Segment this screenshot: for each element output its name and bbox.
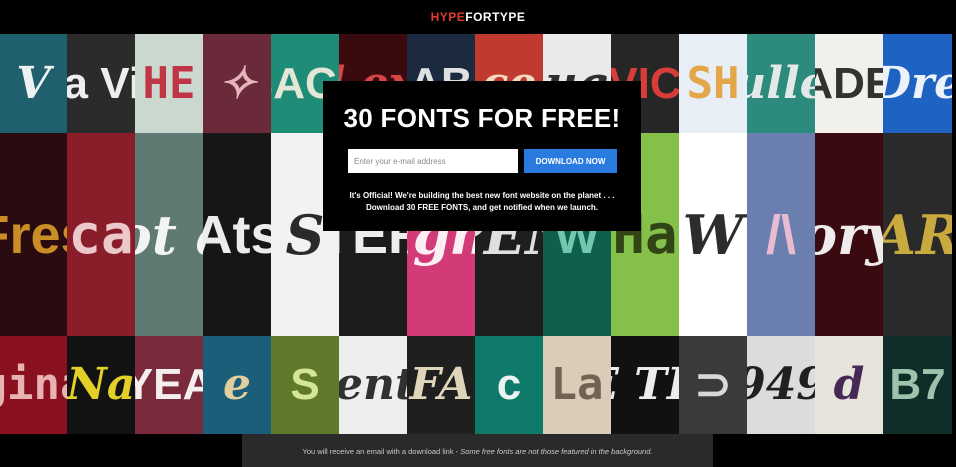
font-sample-glyphs: ulle xyxy=(747,57,815,109)
font-sample-glyphs: S xyxy=(290,360,320,409)
logo-hype-text: HYPE xyxy=(430,10,466,24)
font-sample-tile: La xyxy=(543,336,611,434)
font-sample-tile: FA xyxy=(407,336,475,434)
font-sample-tile: SH xyxy=(679,34,747,133)
signup-title: 30 FONTS FOR FREE! xyxy=(343,103,621,133)
font-sample-tile: MADE T xyxy=(815,34,883,133)
font-sample-glyphs: /\ xyxy=(765,204,796,265)
font-sample-glyphs: AR xyxy=(883,208,952,262)
font-sample-tile: c xyxy=(475,336,543,434)
font-sample-glyphs: e xyxy=(223,359,251,410)
font-sample-glyphs: V xyxy=(16,57,51,109)
font-sample-glyphs: Dre xyxy=(883,57,952,109)
email-input[interactable] xyxy=(348,149,518,173)
font-sample-glyphs: ssentia xyxy=(339,359,407,410)
font-sample-glyphs: MADE T xyxy=(815,58,883,108)
font-sample-glyphs: S xyxy=(285,202,325,267)
download-now-button[interactable]: DOWNLOAD NOW xyxy=(524,149,617,173)
font-sample-tile: Scar xyxy=(67,133,135,336)
top-bar: HYPEFORTYPE xyxy=(0,0,956,34)
font-sample-tile: gina xyxy=(0,336,67,434)
font-sample-glyphs: La xyxy=(550,359,604,410)
font-sample-tile: HE xyxy=(135,34,203,133)
font-sample-tile: Na xyxy=(67,336,135,434)
font-sample-tile: Dre xyxy=(883,34,952,133)
font-sample-glyphs: FA xyxy=(409,359,473,410)
font-sample-glyphs: 949 xyxy=(747,359,815,410)
font-sample-tile: S xyxy=(271,336,339,434)
font-sample-glyphs: gina xyxy=(0,359,67,410)
font-sample-tile: Sa Vin xyxy=(67,34,135,133)
font-sample-tile: B7 xyxy=(883,336,952,434)
font-sample-tile: /\ xyxy=(747,133,815,336)
font-sample-tile: e xyxy=(203,336,271,434)
font-sample-tile: Ats xyxy=(203,133,271,336)
font-sample-glyphs: W xyxy=(682,202,744,267)
font-sample-glyphs: Scar xyxy=(67,202,135,266)
font-sample-glyphs: HE xyxy=(142,57,196,109)
font-sample-tile: BE THE xyxy=(611,336,679,434)
footer-text-normal: You will receive an email with a downloa… xyxy=(302,447,461,456)
font-sample-glyphs: Sa Vin xyxy=(67,58,135,108)
signup-modal: 30 FONTS FOR FREE! DOWNLOAD NOW It's Off… xyxy=(323,81,641,231)
font-sample-glyphs: ⊃ xyxy=(694,360,732,409)
font-sample-tile: ssentia xyxy=(339,336,407,434)
signup-description: It's Official! We're building the best n… xyxy=(333,190,631,214)
font-sample-glyphs: d xyxy=(833,359,865,410)
footer-notice-text: You will receive an email with a downloa… xyxy=(242,447,713,456)
font-sample-tile: Fres xyxy=(0,133,67,336)
footer-text-italic: Some free fonts are not those featured i… xyxy=(460,447,653,456)
footer-notice: You will receive an email with a downloa… xyxy=(242,434,713,467)
font-sample-glyphs: BE THE xyxy=(611,359,679,410)
font-sample-glyphs: Not all xyxy=(135,202,203,267)
signup-description-line2: Download 30 FREE FONTS, and get notified… xyxy=(365,203,598,212)
font-sample-glyphs: c xyxy=(496,360,522,409)
hypefortype-logo[interactable]: HYPEFORTYPE xyxy=(0,10,956,24)
font-sample-tile: ulle xyxy=(747,34,815,133)
font-sample-tile: ory xyxy=(815,133,883,336)
footer: You will receive an email with a downloa… xyxy=(0,434,956,467)
font-sample-tile: AR xyxy=(883,133,952,336)
font-sample-tile: 949 xyxy=(747,336,815,434)
font-sample-glyphs: B7 xyxy=(889,360,946,409)
signup-description-line1: It's Official! We're building the best n… xyxy=(349,191,615,200)
font-sample-tile: d xyxy=(815,336,883,434)
font-sample-glyphs: ory xyxy=(815,202,883,267)
font-sample-glyphs: Na xyxy=(67,359,135,410)
font-sample-tile: W xyxy=(679,133,747,336)
font-sample-glyphs: SH xyxy=(686,57,740,109)
font-sample-glyphs: ✧ xyxy=(218,57,256,109)
font-sample-glyphs: Ats xyxy=(203,204,271,265)
font-sample-glyphs: YEA xyxy=(135,360,203,409)
font-sample-tile: ✧ xyxy=(203,34,271,133)
font-sample-tile: YEA xyxy=(135,336,203,434)
font-sample-glyphs: Fres xyxy=(0,204,67,265)
logo-fortype-text: FORTYPE xyxy=(465,10,526,24)
font-sample-tile: ⊃ xyxy=(679,336,747,434)
font-sample-tile: Not all xyxy=(135,133,203,336)
font-sample-tile: V xyxy=(0,34,67,133)
